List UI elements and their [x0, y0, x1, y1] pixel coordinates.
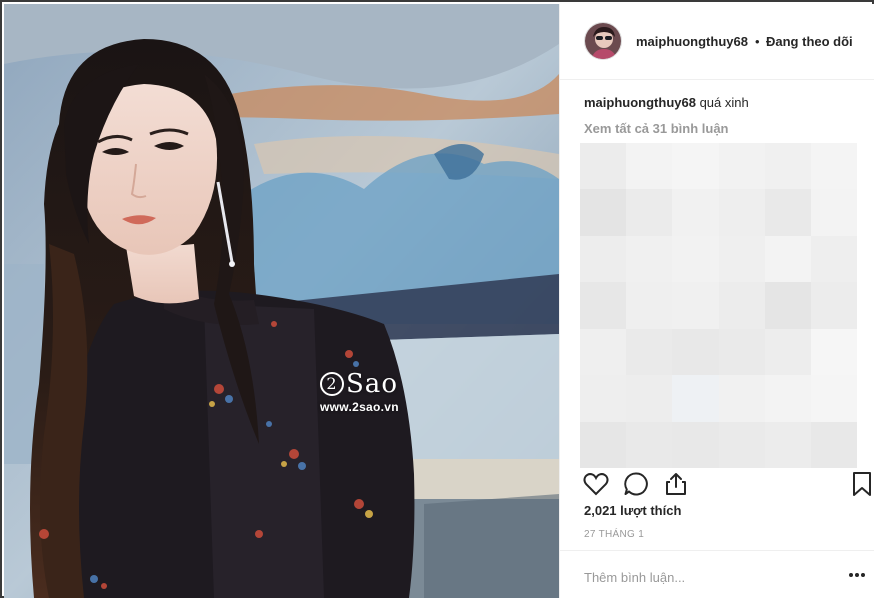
- avatar[interactable]: [584, 22, 622, 60]
- post-photo[interactable]: 2 Sao www.2sao.vn: [4, 4, 559, 598]
- bookmark-icon[interactable]: [848, 470, 874, 498]
- follow-status-button[interactable]: Đang theo dõi: [766, 34, 853, 49]
- post-caption: maiphuongthuy68 quá xinh: [584, 95, 749, 110]
- caption-username[interactable]: maiphuongthuy68: [584, 95, 696, 110]
- watermark-url: www.2sao.vn: [320, 400, 399, 414]
- watermark-logo-text: Sao: [346, 369, 398, 399]
- post-header: maiphuongthuy68 • Đang theo dõi: [560, 4, 874, 80]
- blurred-comments-area: [580, 143, 857, 468]
- post-date[interactable]: 27 THÁNG 1: [584, 529, 644, 540]
- share-icon[interactable]: [662, 470, 690, 498]
- header-separator: •: [755, 34, 760, 49]
- view-all-comments-link[interactable]: Xem tất cả 31 bình luận: [584, 121, 729, 136]
- post-actions: [560, 466, 874, 502]
- comment-input[interactable]: Thêm bình luận...: [584, 570, 685, 585]
- post-photo-illustration: [4, 4, 559, 598]
- post-side-panel: maiphuongthuy68 • Đang theo dõi maiphuon…: [559, 4, 874, 598]
- add-comment-bar: Thêm bình luận...: [560, 550, 874, 598]
- comment-bubble-icon[interactable]: [622, 470, 650, 498]
- caption-text: quá xinh: [699, 95, 749, 110]
- like-count[interactable]: 2,021 lượt thích: [584, 503, 681, 518]
- avatar-image: [585, 23, 621, 59]
- watermark-logo: 2 Sao: [320, 370, 420, 398]
- header-username[interactable]: maiphuongthuy68: [636, 34, 748, 49]
- heart-icon[interactable]: [582, 470, 610, 498]
- watermark: 2 Sao www.2sao.vn: [320, 370, 420, 414]
- more-options-icon[interactable]: [847, 565, 867, 585]
- instagram-post-window: 2 Sao www.2sao.vn maiphuongthuy68 • Đang …: [0, 0, 874, 598]
- watermark-logo-number: 2: [320, 372, 344, 396]
